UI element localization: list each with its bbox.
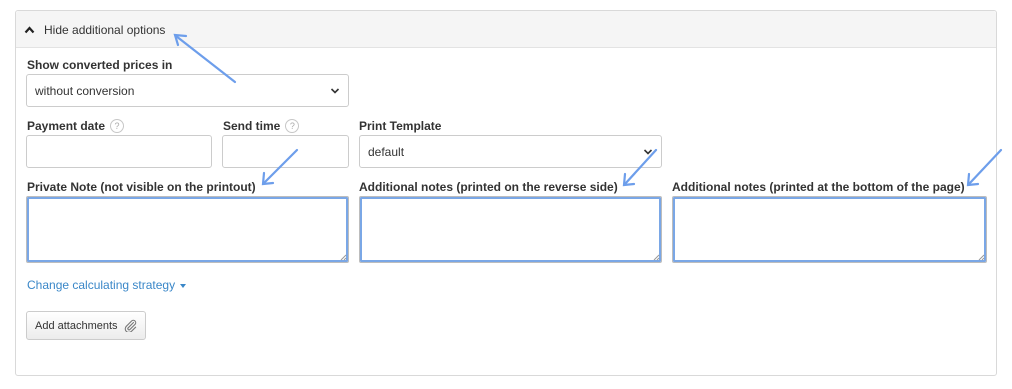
resize-grip-icon[interactable] bbox=[653, 254, 660, 261]
hide-additional-options-toggle[interactable]: Hide additional options bbox=[24, 21, 165, 39]
help-icon[interactable]: ? bbox=[110, 119, 125, 133]
resize-grip-icon[interactable] bbox=[978, 254, 985, 261]
chevron-down-icon bbox=[643, 148, 653, 155]
payment-date-input[interactable] bbox=[26, 135, 212, 168]
add-attachments-button[interactable]: Add attachments bbox=[26, 311, 146, 340]
notes-reverse-label: Additional notes (printed on the reverse… bbox=[359, 180, 618, 194]
send-time-input[interactable] bbox=[222, 135, 349, 168]
converted-prices-value: without conversion bbox=[35, 83, 135, 98]
add-attachments-label: Add attachments bbox=[35, 319, 118, 332]
private-note-label: Private Note (not visible on the printou… bbox=[27, 180, 256, 194]
chevron-up-icon bbox=[24, 26, 35, 34]
notes-reverse-textarea[interactable] bbox=[359, 196, 662, 263]
help-icon[interactable]: ? bbox=[285, 119, 300, 133]
paperclip-icon bbox=[124, 319, 136, 332]
caret-down-icon bbox=[180, 283, 187, 288]
send-time-label-wrap: Send time ? bbox=[223, 119, 300, 133]
strategy-link-label: Change calculating strategy bbox=[27, 278, 176, 292]
payment-date-label-wrap: Payment date ? bbox=[27, 119, 125, 133]
converted-prices-select[interactable]: without conversion bbox=[26, 74, 349, 107]
print-template-select[interactable]: default bbox=[359, 135, 662, 168]
print-template-label: Print Template bbox=[359, 119, 442, 133]
toggle-label: Hide additional options bbox=[44, 23, 166, 37]
resize-grip-icon[interactable] bbox=[340, 254, 347, 261]
notes-bottom-textarea[interactable] bbox=[672, 196, 987, 263]
print-template-value: default bbox=[368, 144, 405, 159]
private-note-textarea[interactable] bbox=[26, 196, 349, 263]
change-calculating-strategy-link[interactable]: Change calculating strategy bbox=[27, 278, 187, 292]
panel-header: Hide additional options bbox=[16, 11, 996, 48]
notes-bottom-label: Additional notes (printed at the bottom … bbox=[672, 180, 965, 194]
chevron-down-icon bbox=[330, 87, 340, 94]
send-time-label: Send time bbox=[223, 119, 281, 133]
payment-date-label: Payment date bbox=[27, 119, 106, 133]
converted-prices-label: Show converted prices in bbox=[27, 58, 173, 72]
